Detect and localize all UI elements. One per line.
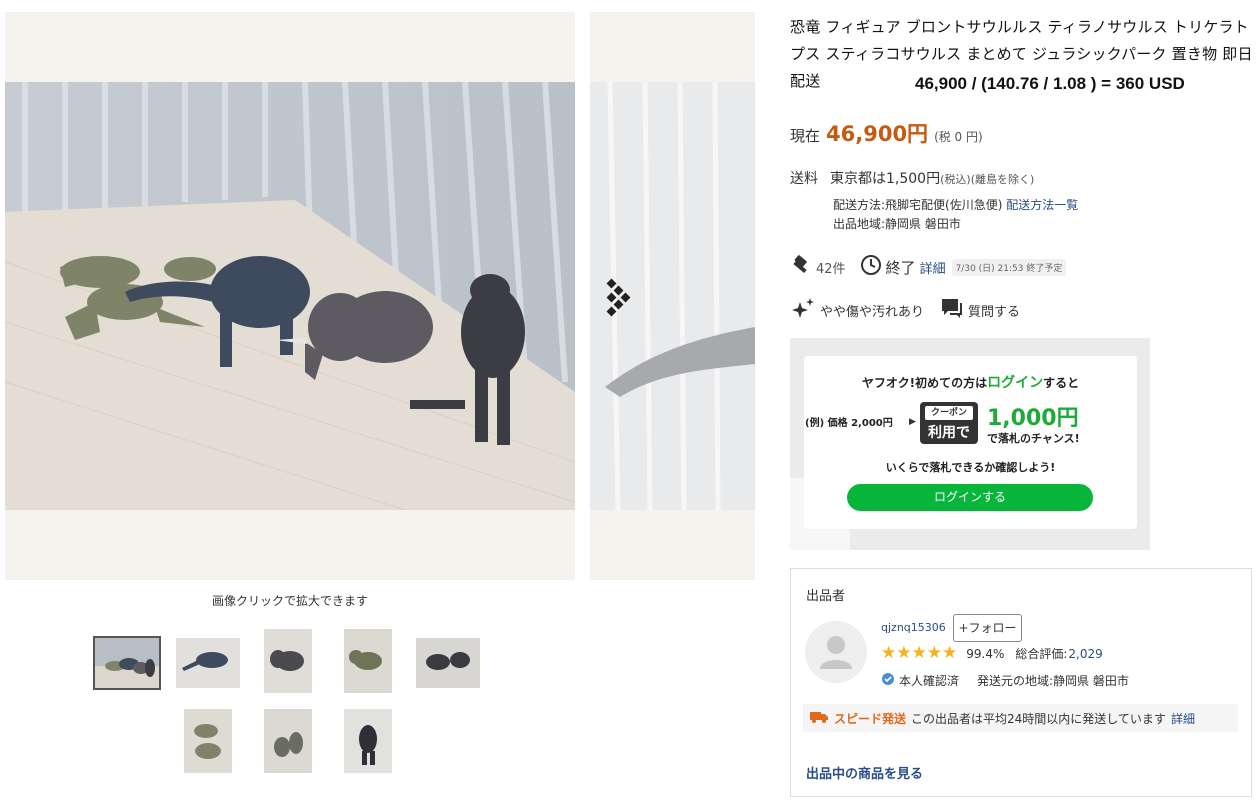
coupon-chance: で落札のチャンス! — [987, 432, 1080, 445]
shipping-origin: 出品地域:静岡県 磐田市 — [833, 217, 961, 231]
price-tax: (税 0 円) — [934, 130, 983, 144]
sparkle-icon — [790, 296, 816, 324]
coupon-check: いくらで落札できるか確認しよう! — [885, 461, 1056, 474]
coupon-line-before: ヤフオク!初めての方は — [861, 376, 988, 390]
thumbnail-6[interactable] — [184, 709, 232, 773]
coupon-example-price: (例) 価格 2,000円 — [805, 418, 893, 429]
coupon-login-word: ログイン — [987, 375, 1044, 391]
shipping-label: 送料 — [790, 171, 818, 187]
positive-rate: 99.4% — [966, 646, 1005, 661]
shipping-method: 配送方法:飛脚宅配便(佐川急便) — [833, 198, 1003, 212]
star-icon: ★ — [881, 643, 897, 663]
speed-text: この出品者は平均24時間以内に発送しています — [911, 711, 1166, 726]
speed-detail-link[interactable]: 詳細 — [1171, 710, 1195, 727]
gallery-caption: 画像クリックで拡大できます — [211, 594, 368, 608]
seller-items-link[interactable]: 出品中の商品を見る — [806, 763, 923, 782]
triangle-right-icon: ▶ — [909, 417, 916, 427]
thumbnail-2[interactable] — [176, 638, 240, 688]
star-icon: ★ — [911, 643, 927, 663]
main-image-frame[interactable] — [5, 12, 575, 580]
condition-row: やや傷や汚れあり 質問する — [790, 296, 1020, 324]
coupon-line-after: すると — [1043, 376, 1080, 390]
end-time-badge: 7/30 (日) 21:53 終了予定 — [951, 258, 1067, 276]
truck-icon — [809, 710, 829, 727]
thumbnail-5[interactable] — [416, 638, 480, 688]
question-link[interactable]: 質問する — [968, 301, 1020, 320]
shipping-row: 送料 東京都は1,500円(税込)(離島を除く) — [790, 168, 1034, 188]
price-row: 現在 46,900円 (税 0 円) — [790, 118, 983, 148]
bid-count: 42件 — [816, 261, 846, 277]
shipping-region: 東京都は1,500円 — [830, 171, 941, 187]
shipping-exclusion: (離島を除く) — [970, 173, 1035, 186]
shipping-tax-note: (税込) — [940, 173, 971, 186]
avatar[interactable] — [805, 621, 867, 683]
thumbnail-8[interactable] — [344, 709, 392, 773]
coupon-amount: 1,000円 — [987, 406, 1079, 431]
thumbnail-7[interactable] — [264, 709, 312, 773]
star-icon: ★ — [942, 643, 958, 663]
speed-shipping-bar: スピード発送 この出品者は平均24時間以内に発送しています 詳細 — [803, 704, 1238, 732]
thumbnail-1[interactable] — [93, 636, 161, 690]
verified-row: 本人確認済 発送元の地域:静岡県 磐田市 — [881, 672, 1129, 689]
ship-from: 発送元の地域:静岡県 磐田市 — [977, 674, 1129, 688]
seller-heading: 出品者 — [806, 589, 846, 604]
thumbnail-3[interactable] — [264, 629, 312, 693]
detail-link[interactable]: 詳細 — [920, 258, 946, 277]
status-row: 42件 終了 詳細 7/30 (日) 21:53 終了予定 — [790, 254, 1067, 280]
speed-title: スピード発送 — [834, 711, 907, 726]
price-value: 46,900円 — [826, 122, 929, 146]
next-image-arrow-icon[interactable] — [604, 276, 634, 320]
coupon-tag-top: クーポン — [925, 406, 973, 420]
clock-icon — [860, 254, 882, 280]
rating-row: ★★★★★ 99.4% 総合評価: 2,029 — [881, 645, 1103, 662]
total-rating-link[interactable]: 2,029 — [1068, 647, 1102, 661]
star-icon: ★ — [896, 643, 912, 663]
seller-id-link[interactable]: qjznq15306 — [881, 621, 946, 634]
verified-check-icon — [881, 672, 895, 689]
condition-text: やや傷や汚れあり — [820, 304, 925, 320]
thumbnail-4[interactable] — [344, 629, 392, 693]
ended-status: 終了 — [885, 258, 916, 277]
coupon-tag-main: 利用で — [928, 425, 970, 441]
coupon-headline: ヤフオク!初めての方はログインすると — [804, 372, 1137, 392]
star-icon: ★ — [926, 643, 942, 663]
login-button[interactable]: ログインする — [847, 484, 1093, 511]
gavel-icon — [790, 255, 812, 279]
shipping-method-row: 配送方法:飛脚宅配便(佐川急便) 配送方法一覧 — [833, 196, 1078, 213]
follow-button[interactable]: +フォロー — [953, 614, 1022, 642]
total-rating-label: 総合評価: — [1015, 647, 1068, 661]
verified-text: 本人確認済 — [899, 674, 960, 688]
shipping-method-link[interactable]: 配送方法一覧 — [1006, 198, 1078, 212]
price-label: 現在 — [790, 127, 821, 145]
usd-conversion: 46,900 / (140.76 / 1.08 ) = 360 USD — [915, 74, 1185, 93]
coupon-tag: クーポン 利用で — [920, 402, 978, 444]
main-photo[interactable] — [5, 82, 575, 510]
rating-stars: ★★★★★ — [881, 645, 957, 662]
chat-icon[interactable] — [940, 297, 964, 323]
